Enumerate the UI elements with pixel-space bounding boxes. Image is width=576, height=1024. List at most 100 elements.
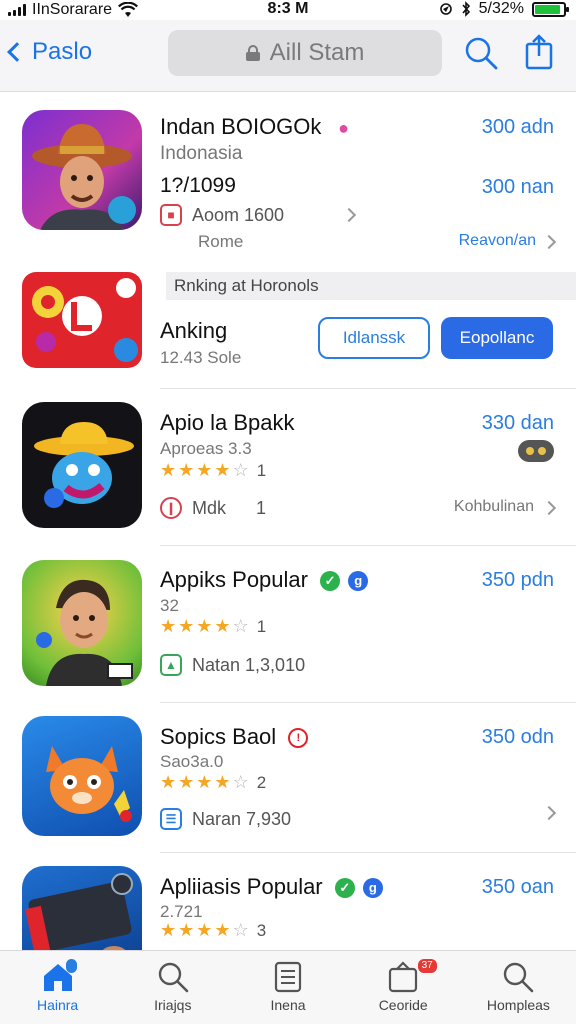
share-icon[interactable] — [524, 34, 554, 70]
price-label[interactable]: 350 odn — [482, 726, 554, 749]
divider — [160, 702, 576, 703]
grid-icon: ☰ — [160, 808, 182, 830]
app-name: Appiks Popular ✓ g — [160, 567, 369, 593]
verified-icon: ✓ — [334, 878, 355, 899]
tab-explore[interactable]: Iriajqs — [115, 951, 230, 1024]
search-icon — [158, 962, 189, 993]
app-name-text: Appiks Popular — [160, 567, 308, 592]
review-link[interactable]: Reavon/an — [459, 232, 536, 250]
ranking-header: Rnking at Horonols — [166, 272, 576, 300]
box-icon — [389, 961, 418, 993]
rating-count: 1 — [256, 616, 267, 636]
tab-bar: Hainra Iriajqs Inena 37 Ceoride Hompleas — [0, 950, 576, 1024]
rating-count: 1 — [256, 460, 267, 480]
chevron-left-icon — [7, 42, 27, 62]
star-rating: ★ ★ ★ ★ ☆ 2 — [160, 772, 266, 793]
search-icon[interactable] — [464, 36, 498, 70]
star-icon: ★ — [160, 616, 177, 636]
app-extra: 1?/1099 — [160, 174, 236, 197]
divider — [160, 388, 576, 389]
chevron-right-icon[interactable] — [541, 805, 557, 821]
chevron-right-icon[interactable] — [341, 207, 357, 223]
brand-logo-icon — [32, 278, 138, 362]
star-empty-icon: ☆ — [232, 460, 249, 480]
star-icon: ★ — [196, 920, 213, 940]
star-icon: ★ — [178, 460, 195, 480]
app-link[interactable]: Kohbulinan — [454, 498, 534, 516]
tab-updates[interactable]: 37 Ceoride — [346, 951, 461, 1024]
primary-button[interactable]: Eopollanc — [441, 317, 553, 359]
app-meta-text: Natan 1,3,010 — [192, 654, 306, 675]
app-icon-logo — [22, 272, 142, 368]
star-rating: ★ ★ ★ ★ ☆ 1 — [160, 616, 266, 637]
tab-label: Hompleas — [486, 997, 550, 1013]
alert-icon: ! — [288, 728, 309, 749]
info-badge-icon: g — [362, 878, 383, 899]
price-label[interactable]: 330 dan — [482, 412, 554, 435]
star-icon: ★ — [214, 616, 231, 636]
divider — [160, 545, 576, 546]
star-empty-icon: ☆ — [232, 772, 249, 792]
star-icon: ★ — [178, 772, 195, 792]
chevron-right-icon[interactable] — [541, 500, 557, 516]
controller-icon — [518, 440, 554, 462]
verified-icon: ✓ — [320, 571, 341, 592]
star-rating: ★ ★ ★ ★ ☆ 1 — [160, 460, 266, 481]
app-subtitle: 2.721 — [160, 902, 203, 921]
star-icon: ★ — [196, 616, 213, 636]
app-meta-text: Mdk — [192, 497, 227, 518]
star-icon: ★ — [160, 920, 177, 940]
app-icon-creature — [22, 402, 142, 528]
tab-label: Ceoride — [378, 997, 428, 1013]
app-name: Apio la Bpakk — [160, 410, 295, 435]
app-meta: ▲ Natan 1,3,010 — [160, 654, 305, 676]
search-field-text: Aill Stam — [269, 39, 365, 66]
tab-home[interactable]: Hainra — [0, 951, 115, 1024]
app-subtitle: Sao3a.0 — [160, 752, 224, 771]
star-icon: ★ — [214, 772, 231, 792]
app-name: Anking — [160, 318, 228, 343]
location-icon — [439, 3, 452, 15]
price-label[interactable]: 350 oan — [482, 876, 554, 899]
back-label: Paslo — [32, 38, 93, 65]
app-meta: ■ Aoom 1600 — [160, 204, 284, 226]
price-label-secondary[interactable]: 300 nan — [482, 176, 554, 199]
tab-label: Inena — [270, 997, 306, 1013]
search-field[interactable]: Aill Stam — [168, 30, 442, 76]
tab-dot — [66, 959, 77, 973]
calendar-icon: ■ — [160, 204, 182, 226]
app-meta: ☰ Naran 7,930 — [160, 808, 291, 830]
lock-icon — [245, 45, 260, 61]
price-label[interactable]: 350 pdn — [482, 569, 554, 592]
rating-count: 2 — [256, 772, 267, 792]
price-label[interactable]: 300 adn — [482, 116, 554, 139]
tab-label: Hainra — [36, 997, 79, 1013]
status-bar: IInSorarare 8:3 M 5/32% — [0, 0, 576, 20]
star-icon: ★ — [178, 616, 195, 636]
battery-icon — [532, 1, 569, 17]
creature-hat-icon — [34, 422, 134, 508]
app-icon-boy — [22, 560, 142, 686]
info-badge-icon: g — [348, 571, 369, 592]
document-icon — [274, 961, 302, 993]
chevron-right-icon[interactable] — [541, 234, 557, 250]
badge-count: 37 — [417, 959, 437, 973]
tab-search[interactable]: Hompleas — [461, 951, 576, 1024]
app-icon-character — [22, 110, 142, 230]
divider — [160, 852, 576, 853]
app-icon-fox — [22, 716, 142, 836]
rating-count: 3 — [256, 920, 267, 940]
navigation-bar: Paslo Aill Stam — [0, 20, 576, 92]
outline-button[interactable]: Idlanssk — [318, 317, 430, 359]
star-icon: ★ — [160, 460, 177, 480]
app-name: Indan BOIOGOk ● — [160, 114, 354, 140]
back-button[interactable]: Paslo — [7, 38, 93, 66]
battery-percent: 5/32% — [478, 0, 524, 17]
app-name-text: Apliiasis Popular — [160, 874, 323, 899]
star-icon: ★ — [196, 772, 213, 792]
cowboy-avatar-icon — [32, 124, 136, 230]
tab-list[interactable]: Inena — [230, 951, 345, 1024]
category-icon: ❙ — [160, 497, 182, 519]
star-empty-icon: ☆ — [232, 920, 249, 940]
star-rating: ★ ★ ★ ★ ☆ 3 — [160, 920, 266, 941]
